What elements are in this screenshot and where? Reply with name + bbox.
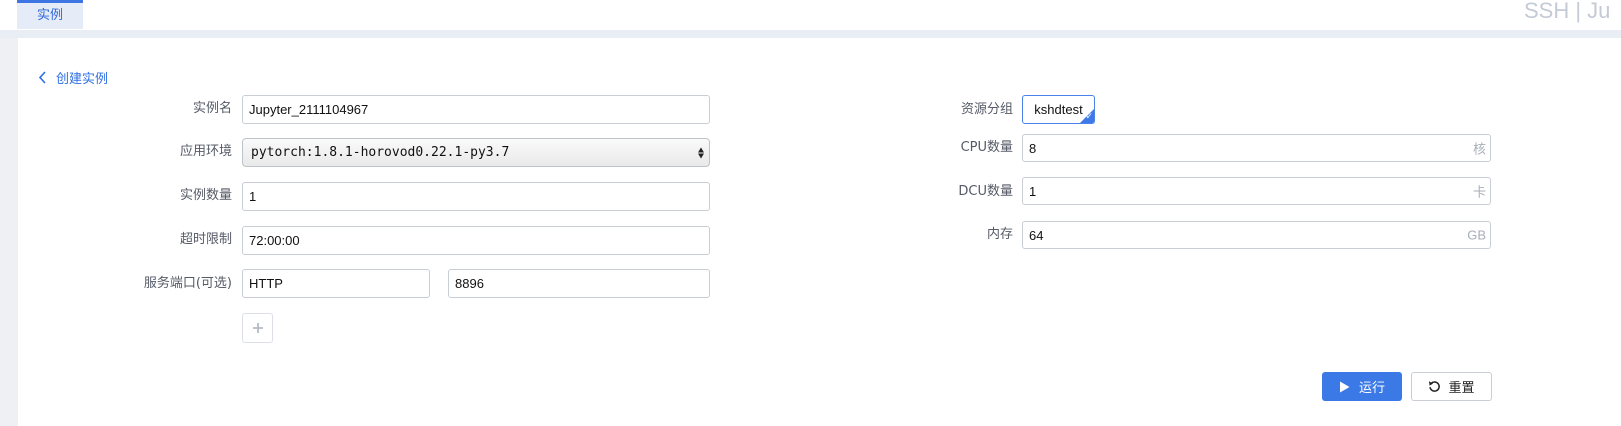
instance-name-label: 实例名 <box>192 101 232 116</box>
service-port-input[interactable]: 8896 <box>448 269 710 298</box>
instance-count-value: 1 <box>249 189 257 204</box>
instance-count-input[interactable]: 1 <box>242 182 710 211</box>
resource-group-value: kshdtest <box>1034 102 1083 117</box>
environment-value: pytorch:1.8.1-horovod0.22.1-py3.7 <box>251 145 510 160</box>
timeout-value: 72:00:00 <box>249 233 300 248</box>
reset-button-label: 重置 <box>1448 381 1475 396</box>
dcu-value: 1 <box>1029 183 1037 199</box>
reset-button[interactable]: 重置 <box>1411 372 1492 401</box>
top-tab-bar <box>0 0 1621 30</box>
reset-icon <box>1429 381 1441 392</box>
tab-instances-label: 实例 <box>36 8 63 23</box>
run-button-label: 运行 <box>1358 381 1385 396</box>
cpu-value: 8 <box>1029 140 1037 156</box>
environment-select[interactable]: pytorch:1.8.1-horovod0.22.1-py3.7 <box>242 138 710 167</box>
dcu-input[interactable]: 1 卡 <box>1022 177 1491 205</box>
play-icon <box>1339 381 1350 392</box>
plus-icon <box>252 323 263 333</box>
resource-group-label: 资源分组 <box>960 102 1013 117</box>
memory-unit: GB <box>1467 227 1486 243</box>
page-title: 创建实例 <box>56 71 109 87</box>
check-icon: ✓ <box>1085 111 1093 121</box>
timeout-label: 超时限制 <box>179 232 232 247</box>
service-protocol-input[interactable]: HTTP <box>242 269 430 298</box>
select-arrows-icon <box>698 147 704 158</box>
left-gutter <box>0 38 18 426</box>
instance-name-value: Jupyter_2111104967 <box>249 102 369 117</box>
back-link[interactable]: 创建实例 <box>38 66 108 88</box>
dcu-unit: 卡 <box>1472 184 1486 200</box>
memory-input[interactable]: 64 GB <box>1022 221 1491 249</box>
resource-group-option-selected[interactable]: kshdtest ✓ <box>1022 95 1095 124</box>
cpu-label: CPU数量 <box>960 140 1013 155</box>
timeout-input[interactable]: 72:00:00 <box>242 226 710 255</box>
service-protocol-value: HTTP <box>249 276 283 291</box>
memory-value: 64 <box>1029 227 1044 243</box>
add-port-button[interactable] <box>242 313 273 343</box>
run-button[interactable]: 运行 <box>1322 372 1402 401</box>
memory-label: 内存 <box>986 227 1013 242</box>
environment-label: 应用环境 <box>179 144 232 159</box>
dcu-label: DCU数量 <box>958 184 1013 199</box>
header-right-text: SSH | Ju <box>1524 0 1611 23</box>
chevron-left-icon <box>38 70 46 84</box>
cpu-unit: 核 <box>1472 141 1486 157</box>
instance-name-input[interactable]: Jupyter_2111104967 <box>242 95 710 124</box>
instance-count-label: 实例数量 <box>179 188 232 203</box>
cpu-input[interactable]: 8 核 <box>1022 134 1491 162</box>
tab-instances[interactable]: 实例 <box>17 0 83 29</box>
service-port-label: 服务端口(可选) <box>143 276 232 291</box>
header-separator <box>0 30 1621 38</box>
service-port-value: 8896 <box>455 276 484 291</box>
